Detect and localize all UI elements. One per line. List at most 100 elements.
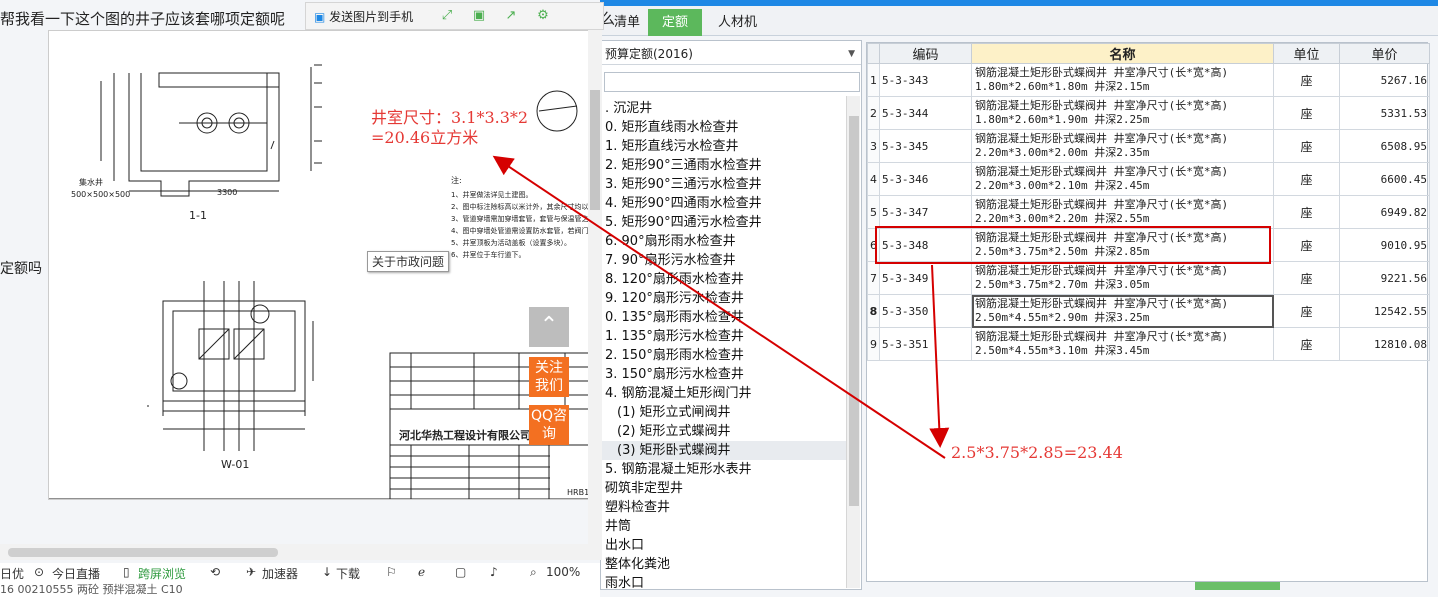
fullscreen-icon[interactable]: ⤢ [438, 7, 456, 25]
row-price[interactable]: 5331.53 [1339, 96, 1430, 130]
save-icon[interactable]: ▣ [470, 7, 488, 25]
grid-header-price[interactable]: 单价 [1339, 43, 1430, 64]
row-name[interactable]: 钢筋混凝土矩形卧式蝶阀井 井室净尺寸(长*宽*高) 2.20m*3.00m*2.2… [971, 195, 1274, 229]
row-name[interactable]: 钢筋混凝土矩形卧式蝶阀井 井室净尺寸(长*宽*高) 2.50m*3.75m*2.7… [971, 261, 1274, 295]
grid-green-tab[interactable] [1195, 582, 1280, 590]
row-price[interactable]: 5267.16 [1339, 63, 1430, 97]
tree-item[interactable]: (1) 矩形立式闸阀井 [601, 403, 847, 422]
tree-item[interactable]: 3. 150°扇形污水检查井 [601, 365, 847, 384]
tree-item[interactable]: 4. 矩形90°四通雨水检查井 [601, 194, 847, 213]
row-price[interactable]: 12542.55 [1339, 294, 1430, 328]
tree-item[interactable]: 出水口 [601, 536, 847, 555]
tree-item[interactable]: 2. 150°扇形雨水检查井 [601, 346, 847, 365]
row-price[interactable]: 9221.56 [1339, 261, 1430, 295]
tab-quota[interactable]: 定额 [648, 9, 703, 36]
row-code[interactable]: 5-3-344 [879, 96, 972, 130]
row-code[interactable]: 5-3-345 [879, 129, 972, 163]
window-icon[interactable]: ▢ [455, 565, 466, 579]
viewer-vertical-scrollbar[interactable] [588, 30, 602, 560]
row-unit[interactable]: 座 [1273, 261, 1340, 295]
row-name[interactable]: 钢筋混凝土矩形卧式蝶阀井 井室净尺寸(长*宽*高) 2.50m*4.55m*2.9… [971, 294, 1274, 328]
table-row[interactable]: 1 5-3-343 钢筋混凝土矩形卧式蝶阀井 井室净尺寸(长*宽*高) 1.80m*2… [867, 63, 1430, 97]
row-code[interactable]: 5-3-349 [879, 261, 972, 295]
chevron-down-icon[interactable]: ▼ [848, 43, 855, 65]
tree-item[interactable]: 1. 135°扇形污水检查井 [601, 327, 847, 346]
row-name[interactable]: 钢筋混凝土矩形卧式蝶阀井 井室净尺寸(长*宽*高) 2.20m*3.00m*2.1… [971, 162, 1274, 196]
table-row[interactable]: 5 5-3-347 钢筋混凝土矩形卧式蝶阀井 井室净尺寸(长*宽*高) 2.20m*3… [867, 195, 1430, 229]
viewer-vscroll-thumb[interactable] [590, 90, 600, 210]
row-index[interactable]: 5 [867, 195, 880, 229]
ie-icon[interactable]: ℯ [418, 565, 425, 579]
viewer-hscroll-thumb[interactable] [8, 548, 278, 557]
row-code[interactable]: 5-3-346 [879, 162, 972, 196]
tree-item[interactable]: 1. 矩形直线污水检查井 [601, 137, 847, 156]
row-name[interactable]: 钢筋混凝土矩形卧式蝶阀井 井室净尺寸(长*宽*高) 2.20m*3.00m*2.0… [971, 129, 1274, 163]
status-accelerator[interactable]: 加速器 [262, 565, 298, 582]
speaker-icon[interactable]: ♪ [490, 565, 498, 579]
tree-item[interactable]: (2) 矩形立式蝶阀井 [601, 422, 847, 441]
row-price[interactable]: 6600.45 [1339, 162, 1430, 196]
row-index[interactable]: 3 [867, 129, 880, 163]
tree-item[interactable]: 6. 90°扇形雨水检查井 [601, 232, 847, 251]
row-unit[interactable]: 座 [1273, 327, 1340, 361]
qq-consult-button[interactable]: QQ咨询 [529, 405, 569, 445]
tab-labor-material[interactable]: 人材机 [704, 9, 771, 36]
quota-library-select[interactable]: 预算定额(2016) ▼ [601, 43, 861, 65]
tree-item[interactable]: . 沉泥井 [601, 99, 847, 118]
row-unit[interactable]: 座 [1273, 162, 1340, 196]
gear-icon[interactable]: ⚙ [534, 7, 552, 25]
tree-item[interactable]: 5. 矩形90°四通污水检查井 [601, 213, 847, 232]
scroll-top-button[interactable]: ⌃ [529, 307, 569, 347]
row-index[interactable]: 7 [867, 261, 880, 295]
tree-search-input[interactable] [604, 72, 860, 92]
row-code[interactable]: 5-3-350 [879, 294, 972, 328]
status-download[interactable]: 下载 [336, 565, 360, 582]
tree-item[interactable]: 雨水口 [601, 574, 847, 589]
row-unit[interactable]: 座 [1273, 195, 1340, 229]
follow-us-button[interactable]: 关注我们 [529, 357, 569, 397]
status-zoom[interactable]: 100% [546, 565, 580, 579]
tree-item[interactable]: 0. 135°扇形雨水检查井 [601, 308, 847, 327]
tree-item[interactable]: 8. 120°扇形雨水检查井 [601, 270, 847, 289]
row-price[interactable]: 12810.08 [1339, 327, 1430, 361]
grid-header-name[interactable]: 名称 [971, 43, 1274, 64]
row-unit[interactable]: 座 [1273, 129, 1340, 163]
row-name[interactable]: 钢筋混凝土矩形卧式蝶阀井 井室净尺寸(长*宽*高) 2.50m*4.55m*3.1… [971, 327, 1274, 361]
row-unit[interactable]: 座 [1273, 96, 1340, 130]
tree-item[interactable]: 7. 90°扇形污水检查井 [601, 251, 847, 270]
table-row[interactable]: 7 5-3-349 钢筋混凝土矩形卧式蝶阀井 井室净尺寸(长*宽*高) 2.50m*3… [867, 261, 1430, 295]
history-icon[interactable]: ⟲ [210, 565, 220, 579]
row-index[interactable]: 4 [867, 162, 880, 196]
row-price[interactable]: 6508.95 [1339, 129, 1430, 163]
tree-item[interactable]: 4. 钢筋混凝土矩形阀门井 [601, 384, 847, 403]
tree-item[interactable]: 3. 矩形90°三通污水检查井 [601, 175, 847, 194]
status-live[interactable]: 今日直播 [52, 565, 100, 582]
row-name[interactable]: 钢筋混凝土矩形卧式蝶阀井 井室净尺寸(长*宽*高) 1.80m*2.60m*1.8… [971, 63, 1274, 97]
row-unit[interactable]: 座 [1273, 228, 1340, 262]
tree-item[interactable]: 塑料检查井 [601, 498, 847, 517]
table-row[interactable]: 2 5-3-344 钢筋混凝土矩形卧式蝶阀井 井室净尺寸(长*宽*高) 1.80m*2… [867, 96, 1430, 130]
tree-item[interactable]: 2. 矩形90°三通雨水检查井 [601, 156, 847, 175]
table-row[interactable]: 3 5-3-345 钢筋混凝土矩形卧式蝶阀井 井室净尺寸(长*宽*高) 2.20m*3… [867, 129, 1430, 163]
tree-item[interactable]: 整体化粪池 [601, 555, 847, 574]
row-code[interactable]: 5-3-343 [879, 63, 972, 97]
row-unit[interactable]: 座 [1273, 294, 1340, 328]
row-index[interactable]: 9 [867, 327, 880, 361]
tree-scrollbar-thumb[interactable] [849, 116, 859, 506]
share-icon[interactable]: ↗ [502, 7, 520, 25]
row-code[interactable]: 5-3-351 [879, 327, 972, 361]
status-cross-screen[interactable]: 跨屏浏览 [138, 565, 186, 582]
tree-item[interactable]: 0. 矩形直线雨水检查井 [601, 118, 847, 137]
tree-item[interactable]: 9. 120°扇形污水检查井 [601, 289, 847, 308]
tree-scrollbar[interactable] [846, 96, 860, 588]
viewer-horizontal-scrollbar[interactable] [0, 544, 590, 560]
row-index[interactable]: 8 [867, 294, 880, 328]
tree-item[interactable]: (3) 矩形卧式蝶阀井 [601, 441, 847, 460]
row-index[interactable]: 1 [867, 63, 880, 97]
table-row[interactable]: 8 5-3-350 钢筋混凝土矩形卧式蝶阀井 井室净尺寸(长*宽*高) 2.50m*4… [867, 294, 1430, 328]
send-to-phone-button[interactable]: ▣ 发送图片到手机 [314, 8, 413, 25]
row-index[interactable]: 2 [867, 96, 880, 130]
grid-header-code[interactable]: 编码 [879, 43, 972, 64]
flag-icon[interactable]: ⚐ [386, 565, 397, 579]
tree-item[interactable]: 井筒 [601, 517, 847, 536]
